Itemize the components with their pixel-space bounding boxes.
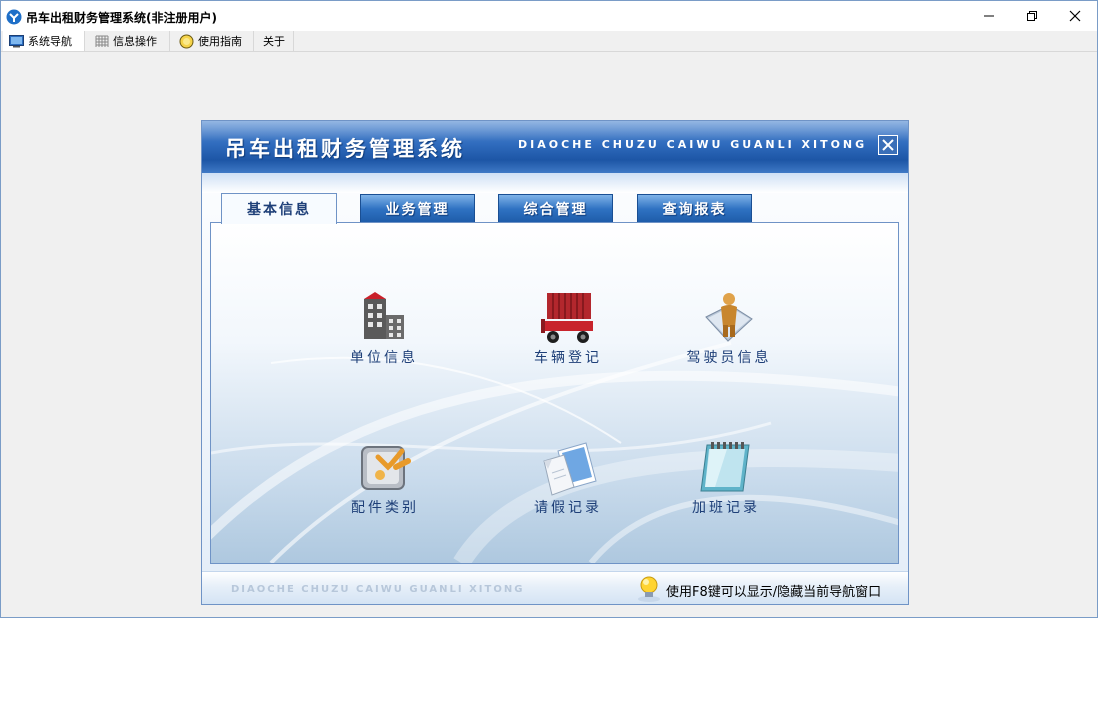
nav-item-overtime-records[interactable]: 加班记录: [651, 441, 801, 531]
monitor-icon: [9, 34, 24, 47]
title-bar[interactable]: 吊车出租财务管理系统(非注册用户): [1, 1, 1097, 31]
nav-item-leave-records[interactable]: 请假记录: [493, 441, 643, 531]
menu-info-operation[interactable]: 信息操作: [85, 31, 170, 51]
navigation-panel: 吊车出租财务管理系统 DIAOCHE CHUZU CAIWU GUANLI XI…: [201, 120, 909, 605]
menu-item-label: 系统导航: [28, 35, 72, 48]
building-icon: [364, 292, 404, 339]
nav-item-label: 单位信息: [350, 350, 418, 366]
documents-icon: [543, 442, 597, 496]
tab-query-reports[interactable]: 查询报表: [637, 194, 752, 223]
menu-about[interactable]: 关于: [254, 31, 294, 51]
nav-item-label: 配件类别: [351, 500, 419, 516]
menu-item-label: 关于: [263, 35, 285, 48]
nav-item-parts-category[interactable]: 配件类别: [310, 441, 460, 531]
menu-user-guide[interactable]: 使用指南: [170, 31, 254, 51]
minimize-icon: [984, 15, 994, 17]
lightbulb-icon: [638, 576, 660, 602]
minimize-button[interactable]: [967, 1, 1011, 31]
nav-title: 吊车出租财务管理系统: [225, 137, 465, 161]
nav-footer: DIAOCHE CHUZU CAIWU GUANLI XITONG 使用F8键可…: [202, 571, 908, 604]
main-window: 吊车出租财务管理系统(非注册用户) 系统导航 信息操作 使用指南 关于 吊车出租…: [0, 0, 1098, 618]
tab-content-area: 单位信息 车辆登记 驾驶员信息 配件类别 请假记录 加班记录: [210, 222, 899, 564]
forklift-container-icon: [541, 293, 593, 343]
nav-item-label: 车辆登记: [534, 350, 602, 366]
restore-icon: [1027, 11, 1037, 21]
menu-item-label: 使用指南: [198, 35, 242, 48]
grid-icon: [95, 35, 109, 47]
close-window-button[interactable]: [1053, 1, 1097, 31]
nav-item-label: 加班记录: [692, 500, 760, 516]
nav-item-vehicle-registration[interactable]: 车辆登记: [493, 291, 643, 381]
close-icon: [1069, 10, 1081, 22]
nav-header: 吊车出租财务管理系统 DIAOCHE CHUZU CAIWU GUANLI XI…: [202, 121, 908, 173]
footer-brand: DIAOCHE CHUZU CAIWU GUANLI XITONG: [231, 584, 525, 595]
app-logo-icon: [6, 9, 22, 25]
nav-item-label: 请假记录: [534, 500, 602, 516]
footer-tip: 使用F8键可以显示/隐藏当前导航窗口: [666, 585, 882, 600]
menu-bar: 系统导航 信息操作 使用指南 关于: [1, 31, 1097, 52]
close-icon: [882, 139, 894, 151]
header-gradient: [202, 173, 908, 193]
window-title: 吊车出租财务管理系统(非注册用户): [26, 11, 217, 25]
menu-system-navigation[interactable]: 系统导航: [3, 31, 85, 51]
tab-general-management[interactable]: 综合管理: [498, 194, 613, 223]
help-badge-icon: [179, 34, 194, 48]
nav-item-label: 驾驶员信息: [686, 350, 772, 366]
tools-wrench-icon: [361, 446, 411, 490]
tab-business-management[interactable]: 业务管理: [360, 194, 475, 223]
notepad-icon: [700, 442, 750, 492]
driver-person-icon: [705, 293, 753, 342]
nav-item-unit-info[interactable]: 单位信息: [309, 291, 459, 381]
menu-item-label: 信息操作: [113, 35, 157, 48]
tab-basic-info[interactable]: 基本信息: [221, 193, 337, 224]
nav-item-driver-info[interactable]: 驾驶员信息: [654, 291, 804, 381]
nav-close-button[interactable]: [878, 135, 898, 155]
restore-button[interactable]: [1010, 1, 1054, 31]
nav-subtitle: DIAOCHE CHUZU CAIWU GUANLI XITONG: [518, 138, 868, 151]
